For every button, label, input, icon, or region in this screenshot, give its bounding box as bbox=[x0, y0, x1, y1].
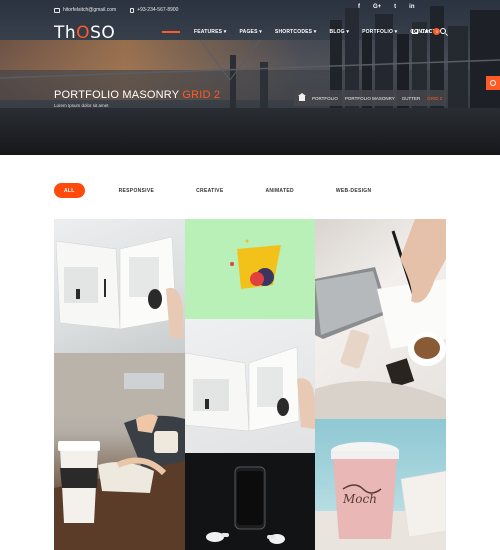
coffee-cup-image bbox=[54, 353, 185, 550]
open-book-image bbox=[55, 236, 183, 339]
topbar-phone-text: +93-234-567-8900 bbox=[137, 7, 179, 13]
page-title-main: PORTFOLIO MASONRY bbox=[54, 89, 180, 101]
page: hitorfelsitch@gmail.com +93-234-567-8900… bbox=[0, 0, 500, 550]
nav-item-features[interactable]: FEATURES ▾ bbox=[194, 29, 226, 35]
main-nav: FEATURES ▾ PAGES ▾ SHORTCODES ▾ BLOG ▾ P… bbox=[162, 29, 453, 35]
filter-creative[interactable]: CREATIVE bbox=[185, 183, 234, 198]
topbar-email[interactable]: hitorfelsitch@gmail.com bbox=[54, 7, 116, 13]
filter-web-design[interactable]: WEB-DESIGN bbox=[325, 183, 383, 198]
cart-button[interactable]: Cart 0 bbox=[412, 28, 441, 35]
facebook-icon[interactable]: f bbox=[358, 4, 360, 10]
cart-icon bbox=[412, 29, 418, 34]
page-title: PORTFOLIO MASONRY GRID 2 bbox=[54, 89, 220, 101]
filter-animated[interactable]: ANIMATED bbox=[254, 183, 304, 198]
portfolio-filters: ALL RESPONSIVE CREATIVE ANIMATED WEB-DES… bbox=[54, 183, 402, 198]
settings-icon bbox=[490, 80, 496, 86]
logo-accent-letter: O bbox=[76, 23, 91, 43]
breadcrumb: PORTFOLIO PORTFOLIO MASONRY GUTTER GRID … bbox=[294, 90, 446, 106]
portfolio-item-open-book-2[interactable] bbox=[185, 319, 315, 453]
site-logo[interactable]: ThOSO bbox=[54, 23, 115, 43]
mail-icon bbox=[54, 7, 60, 13]
settings-panel-toggle[interactable] bbox=[486, 76, 500, 90]
portfolio-grid: Moch bbox=[54, 219, 446, 550]
open-book-image-2 bbox=[185, 346, 315, 432]
topbar-email-text: hitorfelsitch@gmail.com bbox=[63, 7, 117, 13]
breadcrumb-item[interactable]: GUTTER bbox=[402, 96, 421, 101]
phone-icon bbox=[130, 7, 135, 13]
filter-responsive[interactable]: RESPONSIVE bbox=[108, 183, 166, 198]
nav-item-shortcodes[interactable]: SHORTCODES ▾ bbox=[275, 29, 317, 35]
nav-active-indicator bbox=[162, 31, 180, 33]
page-title-accent: GRID 2 bbox=[182, 89, 221, 101]
portfolio-item-laptop-notebook[interactable] bbox=[315, 219, 446, 419]
breadcrumb-current: GRID 2 bbox=[427, 95, 443, 101]
logo-prefix: Th bbox=[54, 23, 77, 43]
portfolio-item-open-book[interactable] bbox=[54, 219, 185, 353]
nav-item-portfolio[interactable]: PORTFOLIO ▾ bbox=[362, 29, 397, 35]
topbar-phone[interactable]: +93-234-567-8900 bbox=[130, 7, 178, 13]
filter-all[interactable]: ALL bbox=[54, 183, 85, 198]
top-bar: hitorfelsitch@gmail.com +93-234-567-8900 bbox=[54, 5, 178, 15]
mocha-cup-image: Moch bbox=[315, 442, 446, 550]
breadcrumb-item[interactable]: PORTFOLIO MASONRY bbox=[345, 96, 395, 101]
river-water bbox=[0, 108, 500, 155]
nav-item-blog[interactable]: BLOG ▾ bbox=[330, 29, 350, 35]
search-icon[interactable] bbox=[440, 28, 446, 34]
twitter-icon[interactable]: t bbox=[394, 4, 396, 10]
logo-suffix: SO bbox=[90, 23, 116, 43]
page-subtitle: Lorem Ipsum dolor sit amet bbox=[54, 103, 109, 108]
portfolio-item-mocha-cup[interactable]: Moch bbox=[315, 419, 446, 550]
portfolio-item-phone-earbuds[interactable] bbox=[185, 453, 315, 550]
cart-label: Cart bbox=[421, 28, 431, 35]
portfolio-item-abstract-shapes[interactable] bbox=[185, 219, 315, 319]
nav-item-pages[interactable]: PAGES ▾ bbox=[239, 29, 261, 35]
portfolio-item-coffee-cup[interactable] bbox=[54, 353, 185, 550]
laptop-notebook-image bbox=[315, 219, 446, 419]
svg-text:Moch: Moch bbox=[342, 492, 377, 506]
breadcrumb-item[interactable]: PORTFOLIO bbox=[312, 96, 338, 101]
abstract-shapes-image bbox=[230, 239, 281, 289]
phone-earbuds-image bbox=[206, 466, 285, 544]
linkedin-icon[interactable]: in bbox=[409, 4, 414, 10]
home-icon[interactable] bbox=[298, 92, 306, 101]
google-plus-icon[interactable]: G+ bbox=[373, 4, 381, 10]
social-links: f G+ t in bbox=[358, 4, 415, 10]
